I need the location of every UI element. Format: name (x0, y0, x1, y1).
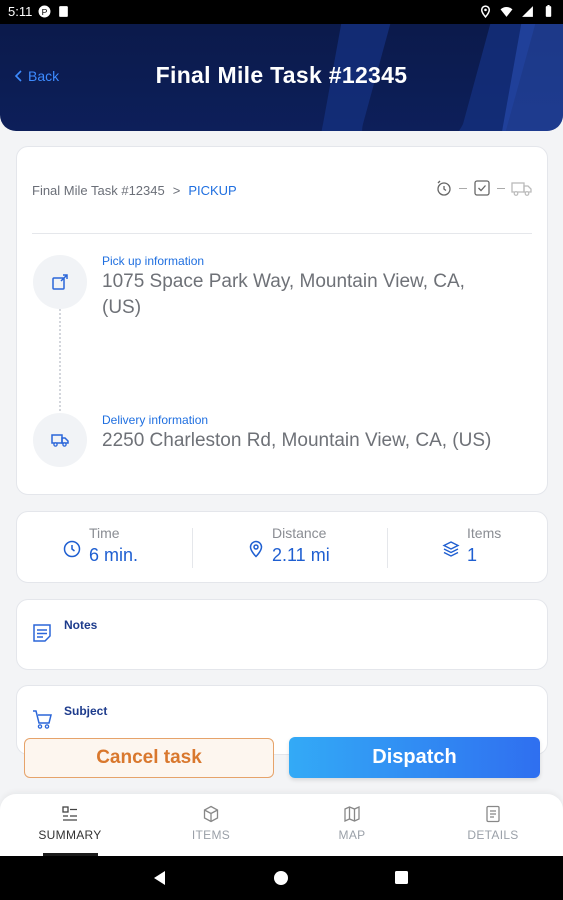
items-value: 1 (467, 545, 478, 565)
time-label: Time (89, 525, 120, 541)
back-triangle-icon[interactable] (152, 870, 166, 886)
distance-value: 2.11 mi (272, 545, 330, 565)
delivery-marker (33, 413, 87, 467)
notes-icon (33, 624, 51, 642)
stats-card: Time 6 min. Distance 2.11 mi Items 1 (16, 511, 548, 583)
home-circle-icon[interactable] (273, 870, 289, 886)
divider (32, 233, 532, 234)
cart-icon (33, 710, 52, 729)
tab-map-label: MAP (338, 828, 366, 842)
tab-summary-label: SUMMARY (38, 828, 102, 842)
pickup-marker (33, 255, 87, 309)
delivery-truck-icon (51, 434, 69, 447)
page-title: Final Mile Task #12345 (155, 62, 408, 88)
battery-icon (545, 5, 552, 17)
breadcrumb-stage: PICKUP (188, 183, 237, 198)
delivery-truck-icon (511, 182, 532, 196)
svg-text:P: P (42, 7, 48, 17)
items-stat: Items 1 (388, 512, 548, 584)
details-icon (486, 805, 500, 823)
tab-details-label: DETAILS (467, 828, 519, 842)
task-progress (435, 179, 533, 197)
checklist-icon (474, 180, 490, 196)
cube-icon (203, 805, 219, 823)
tab-map[interactable]: MAP (282, 794, 422, 856)
subject-title: Subject (64, 704, 108, 718)
tab-summary[interactable]: SUMMARY (0, 794, 140, 856)
pickup-box-icon (52, 274, 68, 290)
stack-icon (442, 541, 460, 557)
app-header: Back Final Mile Task #12345 (0, 24, 563, 131)
breadcrumb-separator: > (172, 183, 181, 198)
summary-icon (62, 806, 77, 821)
time-stat: Time 6 min. (17, 512, 192, 584)
pickup-address: 1075 Space Park Way, Mountain View, CA, … (102, 271, 465, 318)
delivery-label: Delivery information (102, 413, 209, 427)
recents-square-icon[interactable] (394, 870, 409, 885)
breadcrumb: Final Mile Task #12345 > PICKUP (32, 183, 237, 198)
cancel-task-button[interactable]: Cancel task (24, 738, 274, 778)
distance-label: Distance (272, 525, 327, 541)
delivery-address: 2250 Charleston Rd, Mountain View, CA, (… (102, 430, 492, 451)
breadcrumb-task[interactable]: Final Mile Task #12345 (32, 183, 165, 198)
tab-items-label: ITEMS (191, 828, 231, 842)
dispatch-button[interactable]: Dispatch (289, 737, 540, 778)
location-icon (480, 5, 491, 18)
distance-stat: Distance 2.11 mi (193, 512, 387, 584)
tab-details[interactable]: DETAILS (423, 794, 563, 856)
notes-card[interactable]: Notes (16, 599, 548, 670)
clock-check-icon (437, 180, 451, 196)
status-time: 5:11 (8, 4, 33, 19)
system-nav-bar (0, 856, 563, 900)
location-pin-icon (249, 540, 263, 558)
map-icon (344, 805, 360, 823)
status-bar: 5:11 P (0, 0, 563, 24)
signal-icon (522, 6, 533, 17)
items-label: Items (467, 525, 502, 541)
route-card: Final Mile Task #12345 > PICKUP Pick up … (16, 146, 548, 495)
clock-icon (63, 540, 81, 558)
route-connector (59, 309, 61, 411)
notification-icon: P (38, 5, 51, 18)
notes-title: Notes (64, 618, 98, 632)
tab-items[interactable]: ITEMS (141, 794, 281, 856)
bottom-tab-bar: SUMMARY ITEMS MAP DETAILS (0, 794, 563, 856)
wifi-icon (500, 6, 513, 17)
pickup-label: Pick up information (102, 254, 205, 268)
time-value: 6 min. (89, 545, 139, 565)
sim-icon (59, 6, 69, 17)
